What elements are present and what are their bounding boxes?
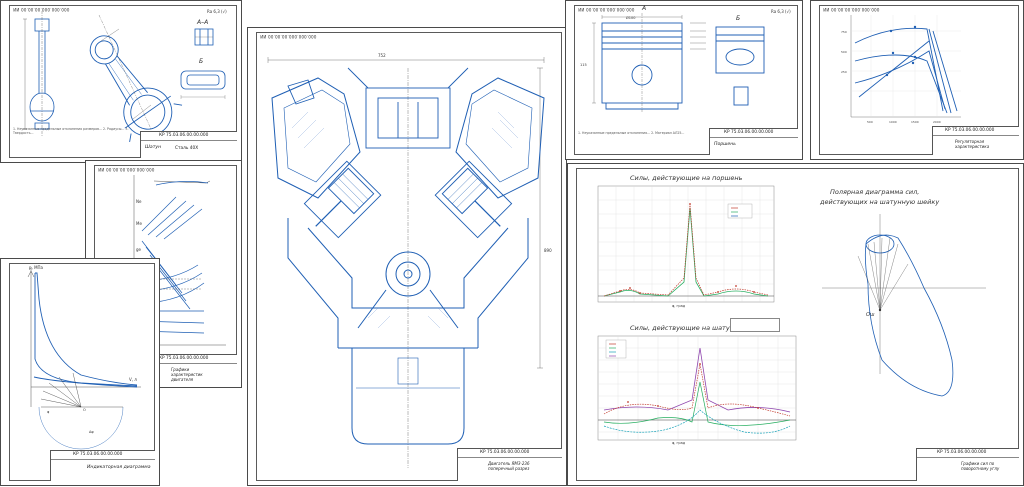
polar-diagram [822,214,986,397]
chart-journal-forces [597,335,797,441]
svg-text:Ne: Ne [136,199,142,204]
sheet-conrod[interactable]: 000.000.000.00.00.00 ИИ Ra 6,3 (√) А–А Б [0,0,242,163]
material-label: Сталь 40Х [175,146,199,151]
title-block-forces: КР 75.03.06.00.00.000 Графики сил по пов… [916,448,1019,481]
stamp-code: КР 75.03.06.00.00.000 [724,130,774,135]
stamp-code: КР 75.03.06.00.00.000 [159,356,209,361]
stamp-code: КР 75.03.06.00.00.000 [945,128,995,133]
sheet-title: Шатун [145,145,162,150]
title-block-indicator: КР 75.03.06.00.00.000 Индикаторная диагр… [50,450,155,481]
svg-text:1000: 1000 [889,120,897,124]
svg-text:Me: Me [136,221,142,226]
sheet-title: Графики характеристик двигателя [171,367,203,382]
chart-piston-forces [597,185,775,303]
engine-cross-section [267,57,545,468]
mini-stamp [730,318,780,332]
sheet-title: Двигатель ЯМЗ-236 поперечный разрез [488,461,530,471]
sheet-speed-char[interactable]: 000.000.000.00.00.00 ИИ 750 500 250 500 … [810,0,1024,160]
sheet-title: Регуляторная характеристика [955,139,990,149]
stamp-code: КР 75.03.06.00.00.000 [480,450,530,455]
title-block-speed: КР 75.03.06.00.00.000 Регуляторная харак… [932,126,1019,155]
stamp-code: КР 75.03.06.00.00.000 [159,133,209,138]
svg-text:250: 250 [841,70,847,74]
svg-text:O: O [83,408,86,412]
title-block-engine: КР 75.03.06.00.00.000 Двигатель ЯМЗ-236 … [457,448,562,481]
svg-text:φ: φ [47,410,50,414]
svg-text:750: 750 [841,30,847,34]
sheet-engine[interactable]: 000.000.000.00.00.00 ИИ 752 890 КР 75.03… [247,27,567,486]
drawing-canvas: 000.000.000.00.00.00 ИИ Ra 6,3 (√) А–А Б [0,0,1024,486]
sheet-indicator[interactable]: p, МПа V, л φ O Δφ КР 75.03.06.00.00.000… [0,258,160,486]
svg-text:500: 500 [867,120,873,124]
svg-text:1500: 1500 [911,120,919,124]
svg-text:2000: 2000 [933,120,941,124]
sheet-title: Индикаторная диаграмма [87,465,151,470]
stamp-code: КР 75.03.06.00.00.000 [937,450,987,455]
title-block-conrod: КР 75.03.06.00.00.000 Шатун Сталь 40Х [140,131,237,158]
svg-text:500: 500 [841,50,847,54]
forces-charts [597,185,986,441]
sheet-title: Поршень [714,142,736,147]
piston-notes: 1. Неуказанные предельные отклонения... … [578,131,685,135]
stamp-code: КР 75.03.06.00.00.000 [73,452,123,457]
sheet-forces[interactable]: Силы, действующие на поршень Силы, дейст… [567,163,1024,486]
svg-text:Δφ: Δφ [89,430,94,434]
svg-text:ge: ge [136,247,142,252]
title-block-piston: КР 75.03.06.00.00.000 Поршень [709,128,798,155]
sheet-piston[interactable]: 000.000.000.00.00.00 ИИ Ra 6,3 (√) А Б Ø… [565,0,803,160]
sheet-title: Графики сил по поворотному углу [961,461,1000,471]
conrod-notes: 1. Неуказанные предельные отклонения раз… [13,127,129,135]
